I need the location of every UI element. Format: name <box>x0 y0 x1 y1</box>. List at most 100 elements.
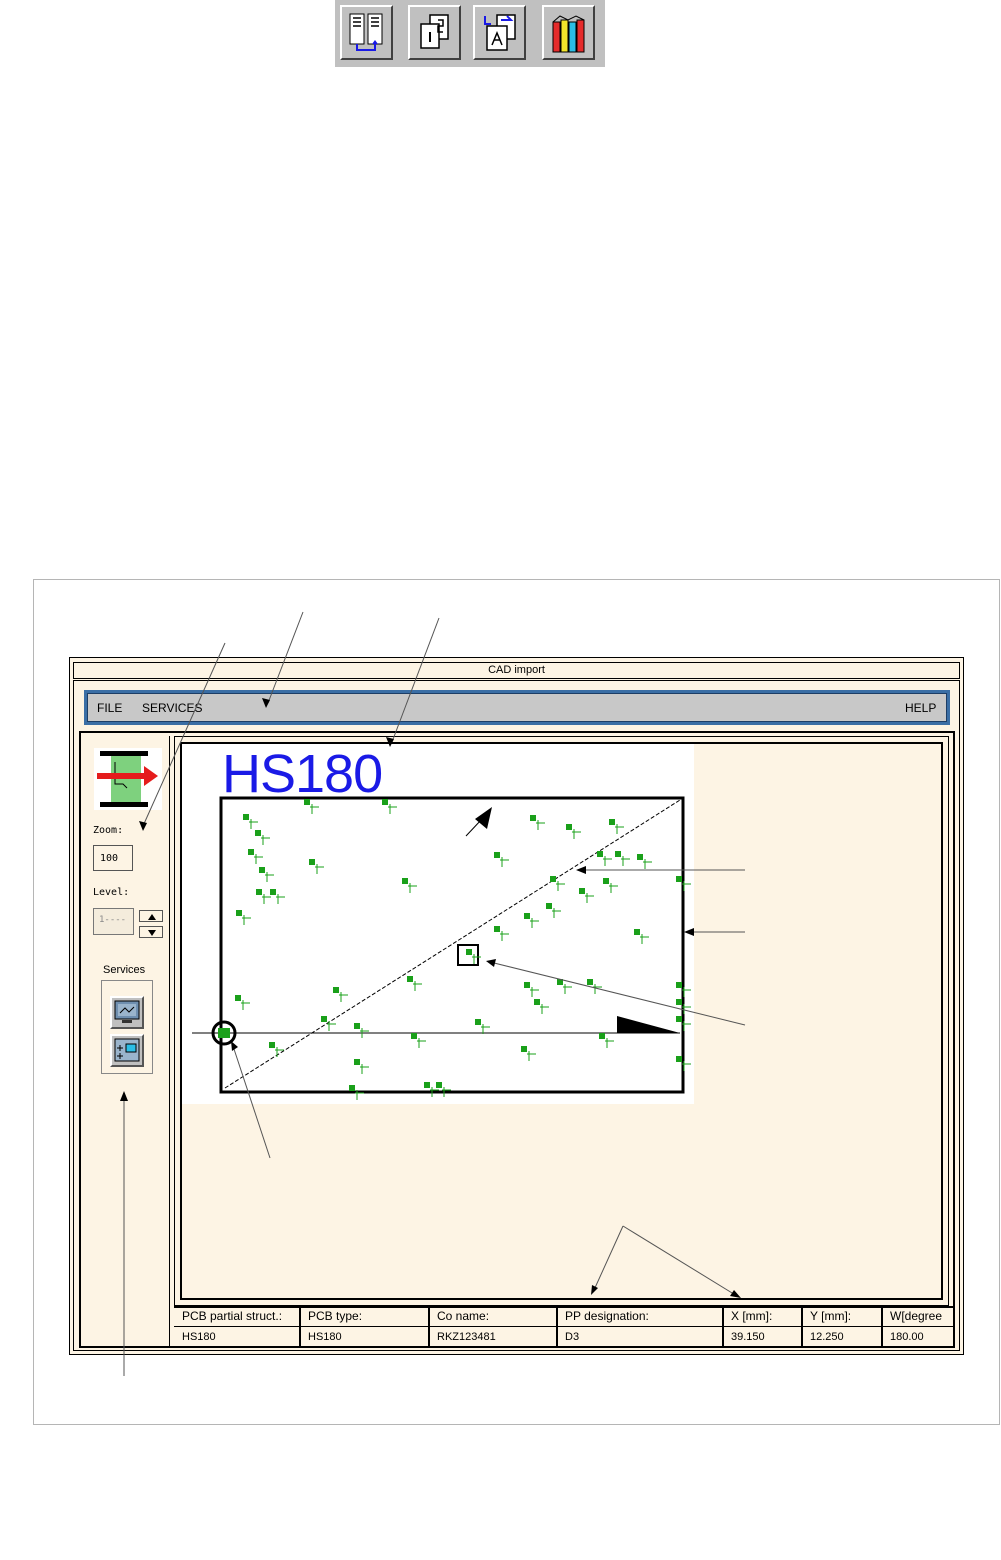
component-marker[interactable] <box>603 878 609 884</box>
header-y-mm: Y [mm]: <box>810 1309 852 1323</box>
component-marker[interactable] <box>676 1016 682 1022</box>
component-marker[interactable] <box>597 851 603 857</box>
component-marker[interactable] <box>494 852 500 858</box>
component-pin-mark <box>540 1004 549 1014</box>
component-marker[interactable] <box>524 913 530 919</box>
component-marker[interactable] <box>411 1033 417 1039</box>
component-pin-mark <box>640 934 649 944</box>
orientation-arrow-head <box>475 807 492 829</box>
component-markers <box>235 799 691 1100</box>
value-co-name: RKZ123481 <box>437 1331 496 1343</box>
value-pcb-type: HS180 <box>308 1331 342 1343</box>
component-pin-mark <box>241 1000 250 1010</box>
component-pin-mark <box>315 864 324 874</box>
component-pin-mark <box>552 908 561 918</box>
component-marker[interactable] <box>270 889 276 895</box>
component-marker[interactable] <box>550 876 556 882</box>
component-pin-mark <box>527 1051 536 1061</box>
component-pin-mark <box>603 856 612 866</box>
component-pin-mark <box>500 857 509 867</box>
component-marker[interactable] <box>236 910 242 916</box>
header-pcb-type: PCB type: <box>308 1309 363 1323</box>
component-marker[interactable] <box>599 1033 605 1039</box>
value-w-degree: 180.00 <box>890 1331 924 1343</box>
value-x-mm: 39.150 <box>731 1331 765 1343</box>
component-marker[interactable] <box>615 851 621 857</box>
component-marker[interactable] <box>259 867 265 873</box>
value-y-mm: 12.250 <box>810 1331 844 1343</box>
component-marker[interactable] <box>676 876 682 882</box>
component-marker[interactable] <box>637 854 643 860</box>
component-marker[interactable] <box>304 799 310 805</box>
component-pin-mark <box>556 881 565 891</box>
component-pin-mark <box>261 835 270 845</box>
component-pin-mark <box>388 804 397 814</box>
component-marker[interactable] <box>382 799 388 805</box>
header-pp-designation: PP designation: <box>565 1309 649 1323</box>
component-marker[interactable] <box>566 824 572 830</box>
component-pin-mark <box>615 824 624 834</box>
component-pin-mark <box>472 954 481 964</box>
component-marker[interactable] <box>354 1059 360 1065</box>
component-pin-mark <box>536 820 545 830</box>
component-pin-mark <box>310 804 319 814</box>
component-pin-mark <box>530 918 539 928</box>
component-marker[interactable] <box>248 849 254 855</box>
component-pin-mark <box>643 859 652 869</box>
component-pin-mark <box>585 893 594 903</box>
component-marker[interactable] <box>676 1056 682 1062</box>
component-pin-mark <box>572 829 581 839</box>
component-marker[interactable] <box>587 979 593 985</box>
component-pin-mark <box>609 883 618 893</box>
component-pin-mark <box>530 987 539 997</box>
header-co-name: Co name: <box>437 1309 490 1323</box>
component-marker[interactable] <box>579 888 585 894</box>
component-marker[interactable] <box>534 999 540 1005</box>
annotation-arrowheads <box>120 698 741 1298</box>
component-marker[interactable] <box>333 987 339 993</box>
component-marker[interactable] <box>475 1019 481 1025</box>
component-pin-mark <box>339 992 348 1002</box>
component-marker[interactable] <box>521 1046 527 1052</box>
component-marker[interactable] <box>676 999 682 1005</box>
component-pin-mark <box>621 856 630 866</box>
component-pin-mark <box>413 981 422 991</box>
component-marker[interactable] <box>321 1016 327 1022</box>
component-pin-mark <box>360 1064 369 1074</box>
diagonal-reference-line <box>224 799 681 1089</box>
origin-component <box>218 1028 230 1038</box>
annotation-lines <box>123 611 746 1376</box>
component-marker[interactable] <box>407 976 413 982</box>
component-marker[interactable] <box>524 982 530 988</box>
component-marker[interactable] <box>354 1023 360 1029</box>
component-marker[interactable] <box>494 926 500 932</box>
component-marker[interactable] <box>235 995 241 1001</box>
component-marker[interactable] <box>546 903 552 909</box>
component-marker[interactable] <box>255 830 261 836</box>
component-marker[interactable] <box>530 815 536 821</box>
component-pin-mark <box>605 1038 614 1048</box>
header-pcb-partial-struct: PCB partial struct.: <box>182 1309 283 1323</box>
component-marker[interactable] <box>424 1082 430 1088</box>
component-pin-mark <box>265 872 274 882</box>
component-marker[interactable] <box>402 878 408 884</box>
angle-marker <box>617 1016 680 1033</box>
component-pin-mark <box>254 854 263 864</box>
component-marker[interactable] <box>466 949 472 955</box>
component-pin-mark <box>563 984 572 994</box>
header-w-degree: W[degree <box>890 1309 943 1323</box>
component-marker[interactable] <box>609 819 615 825</box>
component-marker[interactable] <box>349 1085 355 1091</box>
component-marker[interactable] <box>436 1082 442 1088</box>
component-marker[interactable] <box>676 982 682 988</box>
component-marker[interactable] <box>243 814 249 820</box>
component-marker[interactable] <box>309 859 315 865</box>
component-pin-mark <box>262 894 271 904</box>
header-x-mm: X [mm]: <box>731 1309 773 1323</box>
component-marker[interactable] <box>269 1042 275 1048</box>
component-pin-mark <box>249 819 258 829</box>
component-marker[interactable] <box>634 929 640 935</box>
component-marker[interactable] <box>256 889 262 895</box>
component-pin-mark <box>242 915 251 925</box>
value-pp-designation: D3 <box>565 1331 580 1343</box>
